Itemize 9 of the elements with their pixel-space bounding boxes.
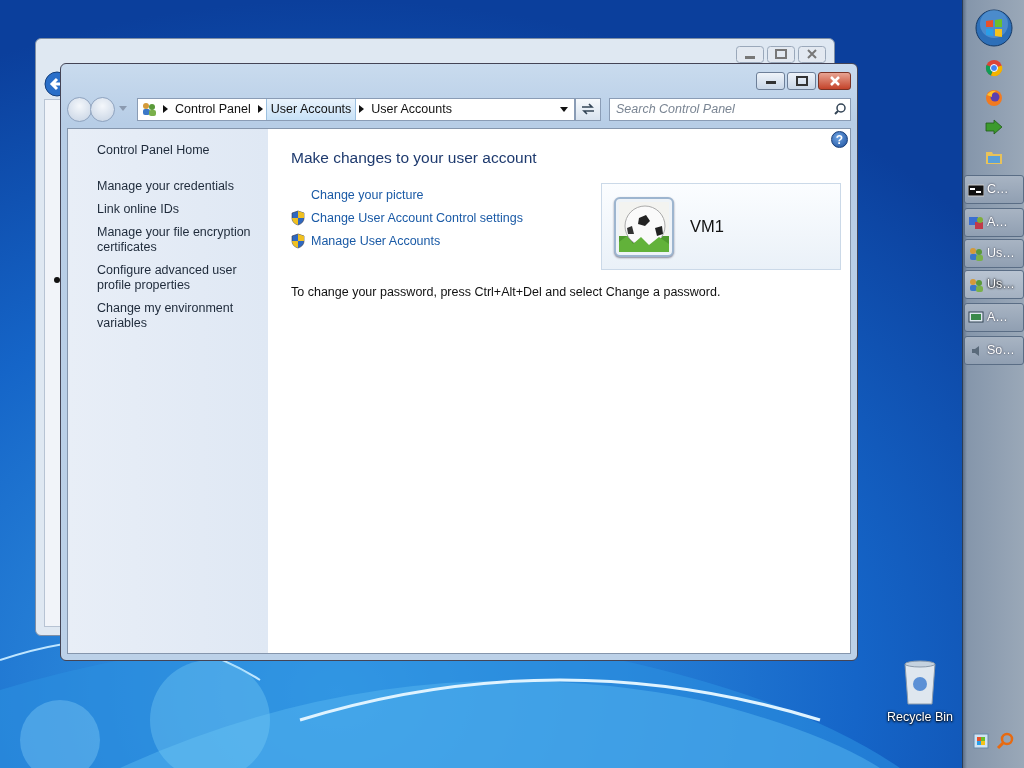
start-button[interactable] (974, 9, 1013, 47)
users-icon (968, 276, 984, 293)
console-icon (968, 181, 984, 198)
monitor-icon (968, 309, 984, 326)
flag-icon[interactable] (972, 732, 990, 750)
users-icon (968, 245, 984, 262)
globe-app-icon[interactable] (984, 89, 1003, 107)
circle-app-icon[interactable] (984, 59, 1003, 77)
network-icon (968, 214, 984, 231)
